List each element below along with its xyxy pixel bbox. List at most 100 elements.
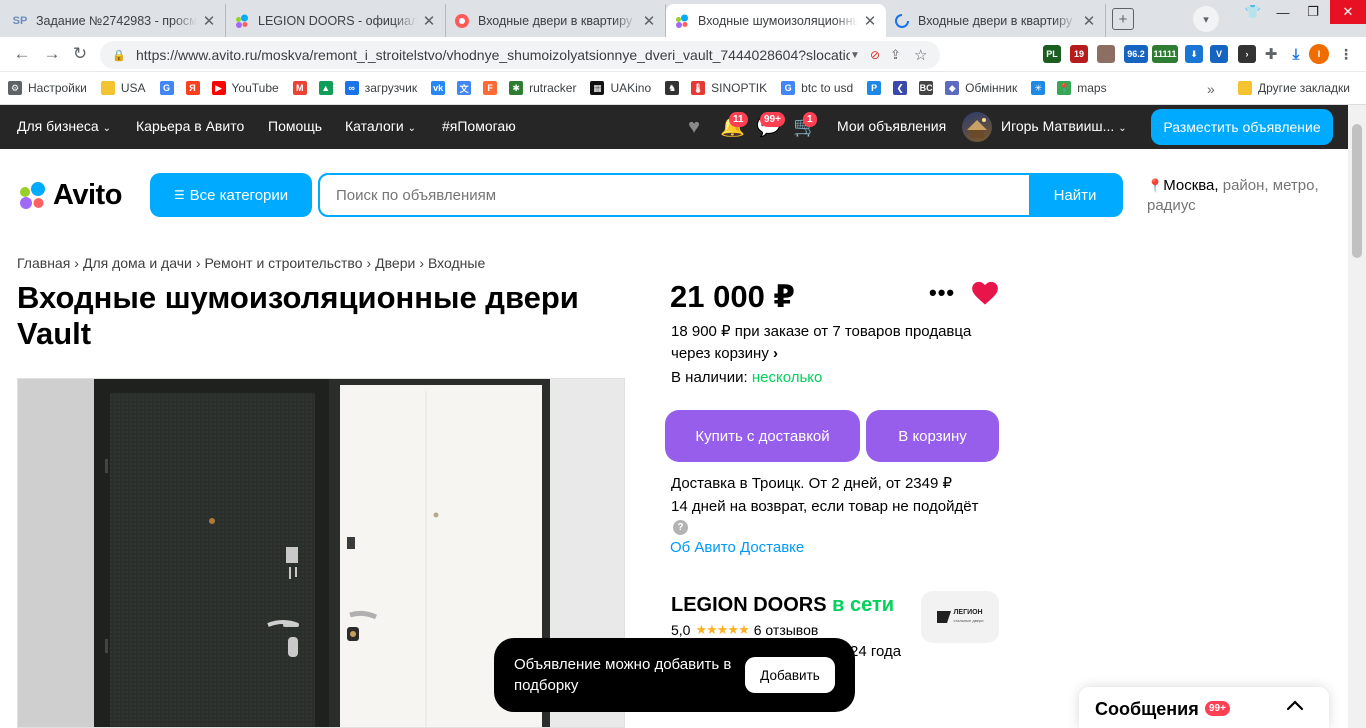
- breadcrumb-link[interactable]: Двери: [375, 255, 415, 271]
- tab-close-icon[interactable]: ✕: [201, 12, 217, 30]
- extension-icon[interactable]: 19: [1070, 45, 1088, 63]
- more-bookmarks-icon[interactable]: »: [1207, 81, 1215, 97]
- more-options-icon[interactable]: •••: [929, 280, 955, 306]
- bookmark-item[interactable]: ⚙ Настройки: [8, 81, 87, 95]
- bookmark-item[interactable]: Я: [185, 81, 206, 95]
- scrollbar-thumb[interactable]: [1352, 124, 1362, 258]
- bookmark-item[interactable]: ✳: [1031, 81, 1051, 95]
- nav-help[interactable]: Помощь: [268, 118, 322, 134]
- bookmark-item[interactable]: M: [292, 81, 313, 95]
- reload-icon[interactable]: ↻: [70, 44, 90, 64]
- nav-catalogs[interactable]: Каталоги ⌄: [345, 118, 416, 134]
- tab-close-icon[interactable]: ✕: [1081, 12, 1097, 30]
- breadcrumb-link[interactable]: Ремонт и строительство: [205, 255, 363, 271]
- bookmark-star-icon[interactable]: ☆: [914, 46, 940, 64]
- buy-with-delivery-button[interactable]: Купить с доставкой: [665, 410, 860, 462]
- bookmark-label: Обмінник: [965, 81, 1018, 95]
- breadcrumb-separator: ›: [74, 255, 79, 271]
- nav-business[interactable]: Для бизнеса ⌄: [17, 118, 111, 134]
- bookmark-item[interactable]: 文: [457, 81, 477, 95]
- avatar[interactable]: [962, 112, 992, 142]
- bookmark-item[interactable]: 🌡 SINOPTIK: [691, 81, 767, 95]
- arrow-ext-icon[interactable]: ›: [1238, 45, 1256, 63]
- browser-tab[interactable]: Входные двери в квартиру от ✕: [886, 4, 1106, 37]
- add-to-cart-button[interactable]: В корзину: [866, 410, 999, 462]
- share-icon[interactable]: ⇪: [890, 47, 914, 63]
- post-ad-button[interactable]: Разместить объявление: [1151, 109, 1333, 145]
- tab-search-chevron-icon[interactable]: ▾: [1193, 6, 1219, 32]
- nav-ihelp[interactable]: #яПомогаю: [442, 118, 516, 134]
- extension-icon[interactable]: 96.2: [1124, 45, 1148, 63]
- favorite-heart-icon[interactable]: [971, 280, 999, 306]
- bookmark-item[interactable]: ❮: [893, 81, 913, 95]
- browser-tab-active[interactable]: Входные шумоизоляционные ✕: [666, 4, 886, 37]
- nav-my-ads[interactable]: Мои объявления: [837, 118, 946, 134]
- tab-close-icon[interactable]: ✕: [421, 12, 437, 30]
- bookmark-item[interactable]: 📍 maps: [1057, 81, 1107, 95]
- nav-catalogs-label: Каталоги: [345, 118, 404, 134]
- restore-icon[interactable]: ❐: [1298, 0, 1328, 24]
- breadcrumb-link[interactable]: Для дома и дачи: [83, 255, 192, 271]
- tab-close-icon[interactable]: ✕: [641, 12, 657, 30]
- bookmark-item[interactable]: BC: [919, 81, 939, 95]
- browser-tab[interactable]: SP Задание №2742983 - просмотр ✕: [4, 4, 226, 37]
- address-bar[interactable]: 🔒 https://www.avito.ru/moskva/remont_i_s…: [100, 41, 940, 69]
- bookmark-item[interactable]: P: [867, 81, 887, 95]
- all-categories-button[interactable]: ☰ Все категории: [150, 173, 312, 217]
- extension-icon[interactable]: 11111: [1152, 45, 1178, 63]
- favorites-heart-icon[interactable]: ♥: [682, 116, 706, 138]
- bookmark-item[interactable]: ▦ UAKino: [590, 81, 651, 95]
- bookmark-item[interactable]: ∞ загрузчик: [344, 81, 417, 95]
- bookmark-item[interactable]: F: [483, 81, 503, 95]
- bookmark-item[interactable]: ♞: [665, 81, 685, 95]
- bookmark-item[interactable]: ▲: [318, 81, 339, 95]
- forward-icon[interactable]: →: [42, 44, 62, 64]
- toast-add-button[interactable]: Добавить: [745, 657, 835, 693]
- extension-badge: 11111: [1153, 49, 1177, 59]
- download-ext-icon[interactable]: ⬇: [1185, 45, 1203, 63]
- bookmark-item[interactable]: ◆ Обмінник: [945, 81, 1017, 95]
- extension-icon[interactable]: PL: [1043, 45, 1061, 63]
- dropdown-icon[interactable]: ▼: [850, 50, 866, 61]
- minimize-icon[interactable]: —: [1268, 0, 1298, 24]
- back-icon[interactable]: ←: [12, 44, 32, 64]
- gear-icon: ⚙: [8, 81, 22, 95]
- about-delivery-link[interactable]: Об Авито Доставке: [670, 539, 804, 556]
- tshirt-icon[interactable]: 👕: [1238, 0, 1268, 24]
- location-selector[interactable]: 📍Москва, район, метро, радиус: [1147, 176, 1337, 216]
- nav-user[interactable]: Игорь Матвииш... ⌄: [1001, 118, 1127, 134]
- nav-business-label: Для бизнеса: [17, 118, 99, 134]
- search-input[interactable]: [320, 175, 1029, 215]
- menu-icon[interactable]: ⋮: [1337, 45, 1355, 63]
- bookmark-item[interactable]: Gbtc to usd: [781, 81, 853, 95]
- avito-logo[interactable]: Avito: [17, 179, 122, 211]
- breadcrumb-link[interactable]: Входные: [428, 255, 485, 271]
- downloads-icon[interactable]: ⤓: [1287, 45, 1305, 63]
- seller-logo[interactable]: ЛЕГИОН стальные двери: [921, 591, 999, 643]
- bookmark-item[interactable]: ✱ rutracker: [509, 81, 576, 95]
- seller-rating[interactable]: 5,0 ★★★★★ 6 отзывов: [671, 622, 818, 638]
- breadcrumb-link[interactable]: Главная: [17, 255, 70, 271]
- close-window-icon[interactable]: ✕: [1330, 0, 1366, 24]
- bookmark-item[interactable]: vk: [431, 81, 451, 95]
- bulk-price-note[interactable]: 18 900 ₽ при заказе от 7 товаров продавц…: [671, 321, 991, 365]
- bookmark-item[interactable]: ▶ YouTube: [211, 81, 279, 95]
- other-bookmarks[interactable]: Другие закладки: [1238, 81, 1350, 95]
- bookmark-item[interactable]: G: [159, 81, 180, 95]
- extension-icon[interactable]: [1097, 45, 1115, 63]
- tab-close-icon[interactable]: ✕: [862, 12, 878, 30]
- browser-tab[interactable]: Входные двери в квартиру Stel ✕: [446, 4, 666, 37]
- messages-widget[interactable]: Сообщения 99+: [1079, 687, 1329, 728]
- browser-tab[interactable]: LEGION DOORS - официальная ✕: [226, 4, 446, 37]
- new-tab-icon[interactable]: +: [1112, 8, 1134, 30]
- v-ext-icon[interactable]: V: [1210, 45, 1228, 63]
- puzzle-icon[interactable]: ✚: [1262, 45, 1280, 63]
- avatar[interactable]: I: [1309, 44, 1329, 64]
- bookmark-item[interactable]: USA: [100, 81, 146, 95]
- blocked-icon[interactable]: ⊘: [870, 48, 890, 62]
- search-button[interactable]: Найти: [1029, 175, 1121, 215]
- seller-name[interactable]: LEGION DOORS в сети: [671, 594, 894, 617]
- help-icon[interactable]: ?: [673, 520, 688, 535]
- nav-career[interactable]: Карьера в Авито: [136, 118, 244, 134]
- chevron-up-icon[interactable]: [1284, 695, 1306, 717]
